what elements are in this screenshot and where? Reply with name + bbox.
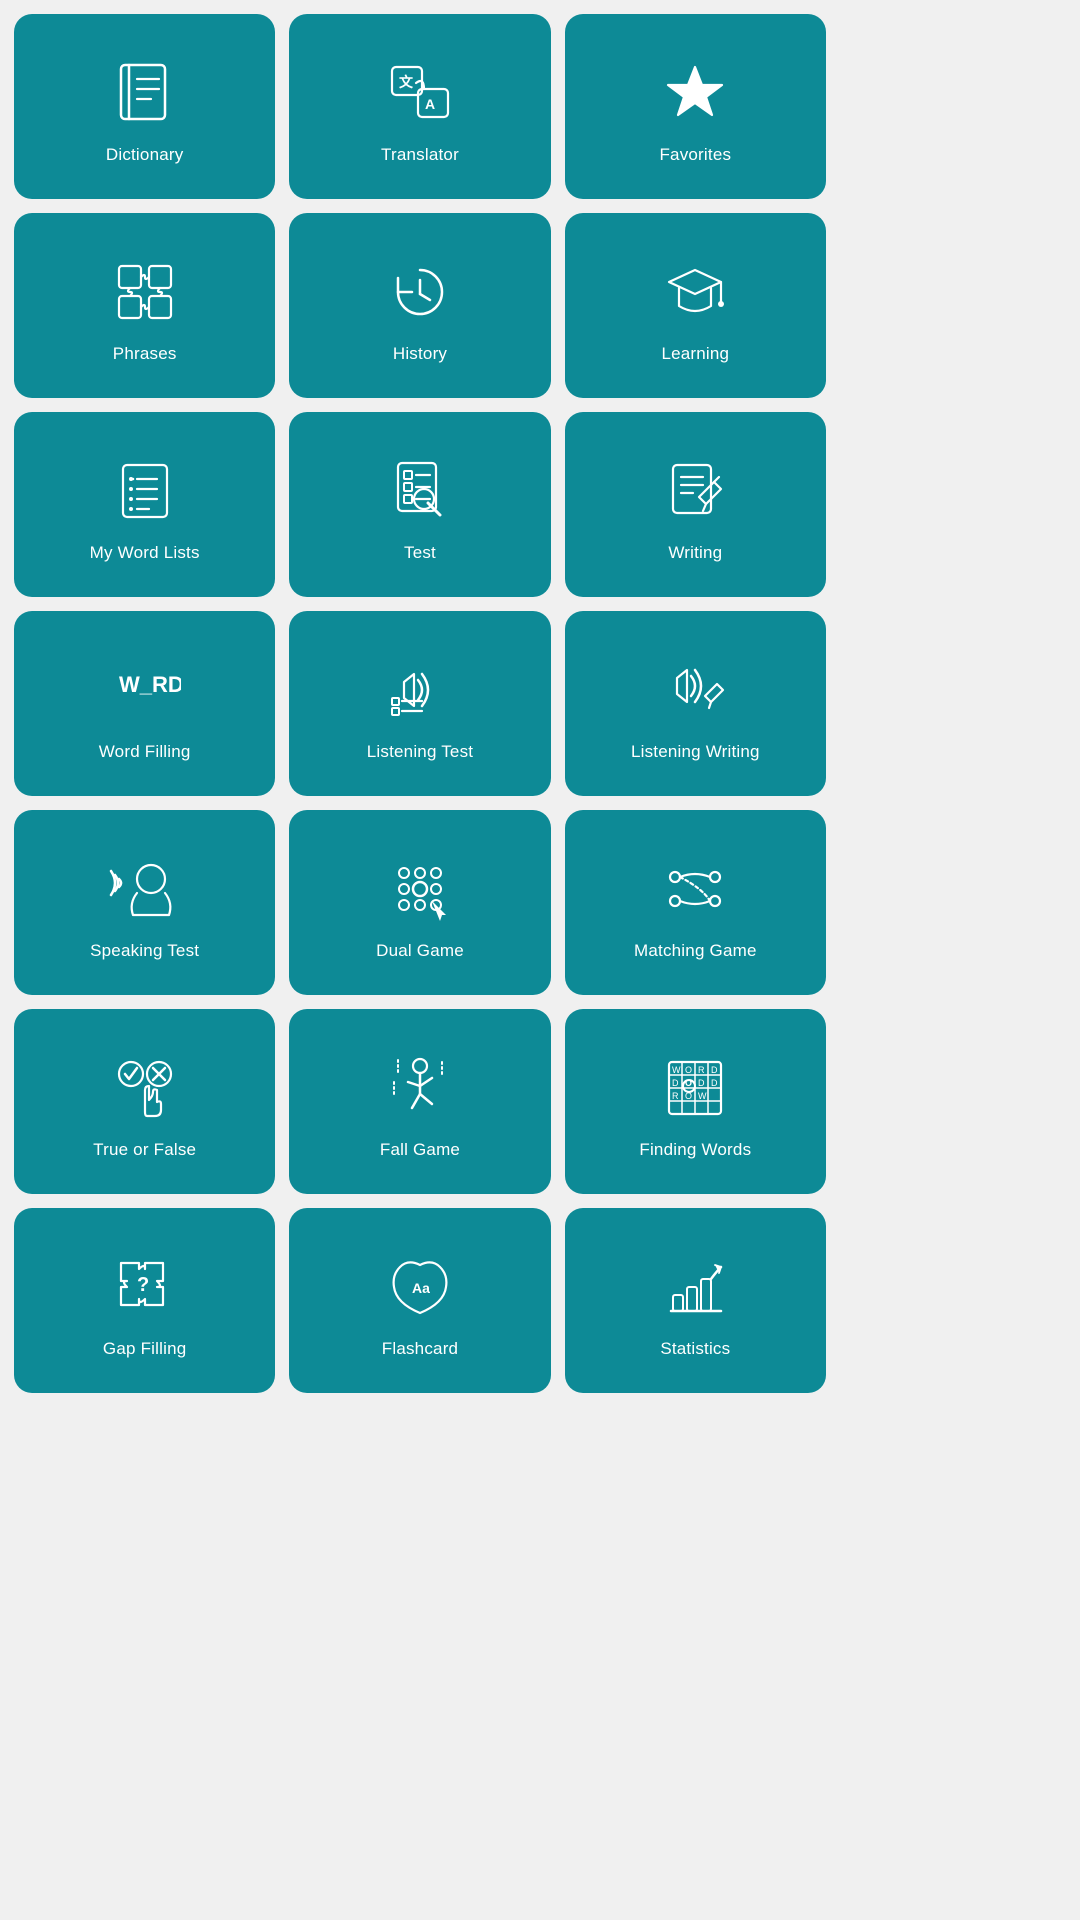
translator-icon: 文 A (380, 53, 460, 133)
card-learning[interactable]: Learning (565, 213, 826, 398)
test-icon (380, 451, 460, 531)
flashcard-icon: Aa (380, 1247, 460, 1327)
card-test[interactable]: Test (289, 412, 550, 597)
favorites-icon (655, 53, 735, 133)
listening-writing-icon (655, 650, 735, 730)
svg-text:D: D (711, 1065, 718, 1075)
writing-icon (655, 451, 735, 531)
card-word-filling[interactable]: W_RD Word Filling (14, 611, 275, 796)
card-finding-words[interactable]: W O R D D O D D R O W Finding Words (565, 1009, 826, 1194)
dictionary-icon (105, 53, 185, 133)
card-gap-filling[interactable]: ? Gap Filling (14, 1208, 275, 1393)
card-statistics[interactable]: Statistics (565, 1208, 826, 1393)
phrases-icon (105, 252, 185, 332)
card-matching-game[interactable]: Matching Game (565, 810, 826, 995)
svg-text:W: W (698, 1091, 707, 1101)
speaking-test-label: Speaking Test (90, 941, 199, 961)
svg-text:O: O (685, 1065, 692, 1075)
svg-text:?: ? (137, 1274, 149, 1296)
card-fall-game[interactable]: Fall Game (289, 1009, 550, 1194)
phrases-label: Phrases (113, 344, 177, 364)
svg-text:A: A (425, 96, 435, 112)
card-flashcard[interactable]: Aa Flashcard (289, 1208, 550, 1393)
listening-test-label: Listening Test (367, 742, 473, 762)
card-history[interactable]: History (289, 213, 550, 398)
card-true-or-false[interactable]: True or False (14, 1009, 275, 1194)
true-or-false-label: True or False (93, 1140, 196, 1160)
statistics-label: Statistics (660, 1339, 730, 1359)
svg-text:文: 文 (399, 74, 414, 90)
card-dictionary[interactable]: Dictionary (14, 14, 275, 199)
svg-text:Aa: Aa (412, 1280, 430, 1296)
fall-game-label: Fall Game (380, 1140, 460, 1160)
card-favorites[interactable]: Favorites (565, 14, 826, 199)
learning-label: Learning (661, 344, 729, 364)
flashcard-label: Flashcard (382, 1339, 458, 1359)
gap-filling-icon: ? (105, 1247, 185, 1327)
learning-icon (655, 252, 735, 332)
card-listening-writing[interactable]: Listening Writing (565, 611, 826, 796)
word-filling-label: Word Filling (99, 742, 191, 762)
svg-text:D: D (698, 1078, 705, 1088)
finding-words-icon: W O R D D O D D R O W (655, 1048, 735, 1128)
matching-game-label: Matching Game (634, 941, 757, 961)
fall-game-icon (380, 1048, 460, 1128)
true-or-false-icon (105, 1048, 185, 1128)
listening-writing-label: Listening Writing (631, 742, 760, 762)
svg-text:W_RD: W_RD (119, 672, 181, 697)
dual-game-icon (380, 849, 460, 929)
card-phrases[interactable]: Phrases (14, 213, 275, 398)
speaking-test-icon (105, 849, 185, 929)
word-filling-icon: W_RD (105, 650, 185, 730)
dual-game-label: Dual Game (376, 941, 464, 961)
card-speaking-test[interactable]: Speaking Test (14, 810, 275, 995)
matching-game-icon (655, 849, 735, 929)
writing-label: Writing (668, 543, 722, 563)
card-my-word-lists[interactable]: My Word Lists (14, 412, 275, 597)
svg-text:R: R (672, 1091, 679, 1101)
card-listening-test[interactable]: Listening Test (289, 611, 550, 796)
svg-text:W: W (672, 1065, 681, 1075)
svg-text:R: R (698, 1065, 705, 1075)
statistics-icon (655, 1247, 735, 1327)
test-label: Test (404, 543, 436, 563)
my-word-lists-label: My Word Lists (90, 543, 200, 563)
dictionary-label: Dictionary (106, 145, 184, 165)
app-grid: Dictionary 文 A Translator Favorites (0, 0, 840, 1407)
history-icon (380, 252, 460, 332)
finding-words-label: Finding Words (639, 1140, 751, 1160)
card-writing[interactable]: Writing (565, 412, 826, 597)
listening-test-icon (380, 650, 460, 730)
gap-filling-label: Gap Filling (103, 1339, 186, 1359)
svg-text:D: D (711, 1078, 718, 1088)
card-dual-game[interactable]: Dual Game (289, 810, 550, 995)
translator-label: Translator (381, 145, 459, 165)
history-label: History (393, 344, 447, 364)
card-translator[interactable]: 文 A Translator (289, 14, 550, 199)
favorites-label: Favorites (659, 145, 731, 165)
svg-text:D: D (672, 1078, 679, 1088)
my-word-lists-icon (105, 451, 185, 531)
